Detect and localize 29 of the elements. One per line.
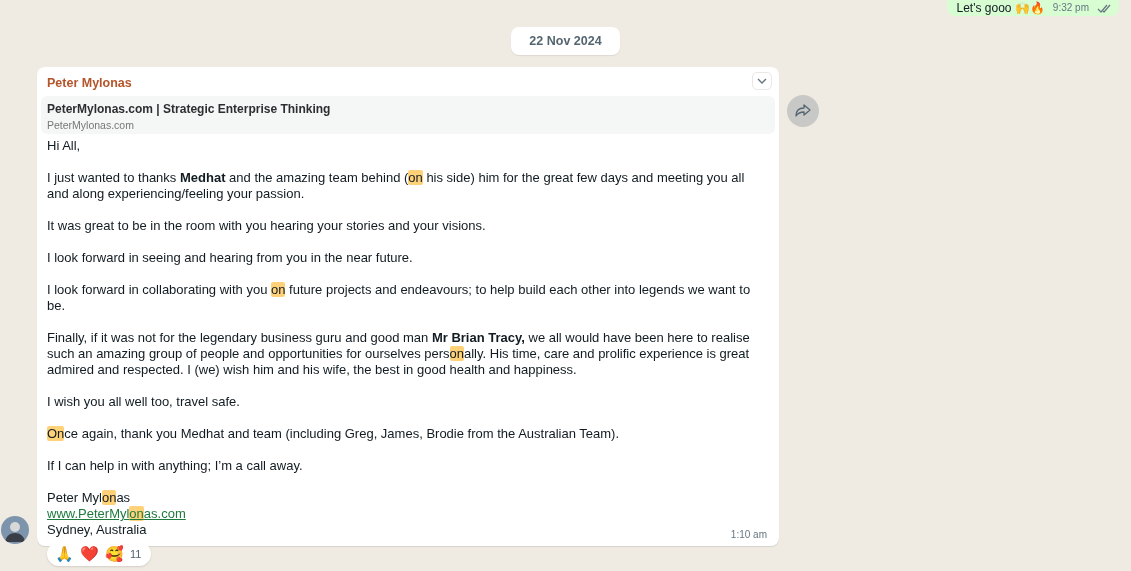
signature-line: Peter Mylonas xyxy=(47,490,131,506)
reaction-emoji: ❤ xyxy=(80,545,99,563)
read-ticks-icon xyxy=(1097,3,1111,13)
forward-button[interactable] xyxy=(787,95,819,127)
message-time: 9:32 pm xyxy=(1052,1,1089,15)
preview-domain: PeterMylonas.com xyxy=(47,119,135,131)
preview-title: PeterMylonas.com | Strategic Enterprise Thinking xyxy=(47,102,332,116)
message-paragraph: I just wanted to thanks Medhat and the amazing team behind (on his side) him for the great few days and meeting you all and along experiencing/feeling your passion. xyxy=(47,170,746,202)
reaction-emoji: 🥰 xyxy=(105,545,124,563)
message-paragraph: I look forward in seeing and hearing from you in the near future. xyxy=(47,250,414,266)
avatar[interactable] xyxy=(1,516,29,544)
message-paragraph: I wish you all well too, travel safe. xyxy=(47,394,241,410)
message-paragraph: I look forward in collaborating with you on future projects and endeavours; to help build each other into legends we want to be. xyxy=(47,282,752,314)
date-divider: 22 Nov 2024 xyxy=(511,27,620,55)
message-paragraph: Hi All, xyxy=(47,138,82,154)
message-time: 1:10 am xyxy=(730,529,767,540)
message-paragraph: It was great to be in the room with you hearing your stories and your visions. xyxy=(47,218,487,234)
reaction-emoji: 🙏 xyxy=(55,545,74,563)
message-paragraph: Finally, if it was not for the legendary business guru and good man Mr Brian Tracy, we all would have been here to realise such an amazing group of people and opportunities for ourselves personally. His time, care and prolific experience is great admired and respected. I (we) wish him and his wife, the best in good health and happiness. xyxy=(47,330,751,378)
chevron-down-icon xyxy=(757,78,767,84)
link-preview[interactable]: PeterMylonas.com | Strategic Enterprise Thinking PeterMylonas.com xyxy=(41,96,775,134)
forward-arrow-icon xyxy=(795,104,811,118)
message-text: Let's gooo 🙌🔥 xyxy=(956,0,1045,16)
sender-name[interactable]: Peter Mylonas xyxy=(41,76,138,94)
reaction-count: 11 xyxy=(130,548,142,560)
message-paragraph: If I can help in with anything; I’m a call away. xyxy=(47,458,304,474)
message-menu-button[interactable] xyxy=(752,72,772,90)
reactions-pill[interactable]: 🙏 ❤ 🥰 11 xyxy=(47,542,152,566)
signature-line: Sydney, Australia xyxy=(47,522,147,538)
